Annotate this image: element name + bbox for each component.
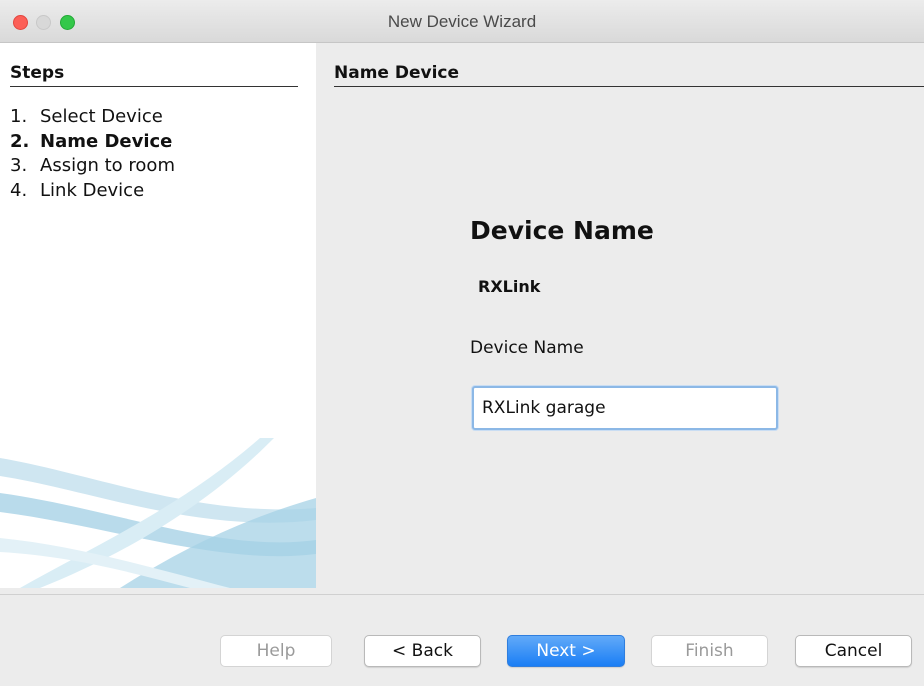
step-item-name-device: 2. Name Device — [10, 130, 175, 155]
step-label: Assign to room — [40, 155, 175, 176]
step-list: 1. Select Device 2. Name Device 3. Assign t… — [10, 105, 175, 203]
step-item-select-device: 1. Select Device — [10, 105, 175, 130]
step-item-link-device: 4. Link Device — [10, 179, 175, 204]
panel-heading: Name Device — [334, 63, 924, 87]
decorative-swoosh-graphic — [0, 438, 316, 588]
next-button[interactable]: Next > — [507, 635, 625, 667]
steps-heading: Steps — [10, 63, 298, 87]
step-item-assign-to-room: 3. Assign to room — [10, 154, 175, 179]
back-button[interactable]: < Back — [364, 635, 481, 667]
step-number: 3. — [10, 155, 28, 176]
help-button[interactable]: Help — [220, 635, 332, 667]
footer-divider — [0, 594, 924, 595]
step-label: Name Device — [40, 130, 173, 152]
step-number: 4. — [10, 179, 28, 201]
device-name-input[interactable] — [472, 386, 778, 430]
window-title: New Device Wizard — [387, 12, 537, 31]
step-label: Link Device — [40, 179, 145, 201]
cancel-button[interactable]: Cancel — [795, 635, 912, 667]
device-type-label: RXLink — [478, 277, 541, 296]
title-bar: New Device Wizard — [0, 0, 924, 43]
finish-button[interactable]: Finish — [651, 635, 768, 667]
steps-panel: Steps 1. Select Device 2. Name Device 3. As… — [0, 43, 316, 588]
device-name-field-label: Device Name — [470, 338, 584, 358]
step-label: Select Device — [40, 106, 163, 127]
step-number: 1. — [10, 106, 28, 127]
device-name-title: Device Name — [470, 216, 654, 245]
step-number: 2. — [10, 130, 30, 152]
